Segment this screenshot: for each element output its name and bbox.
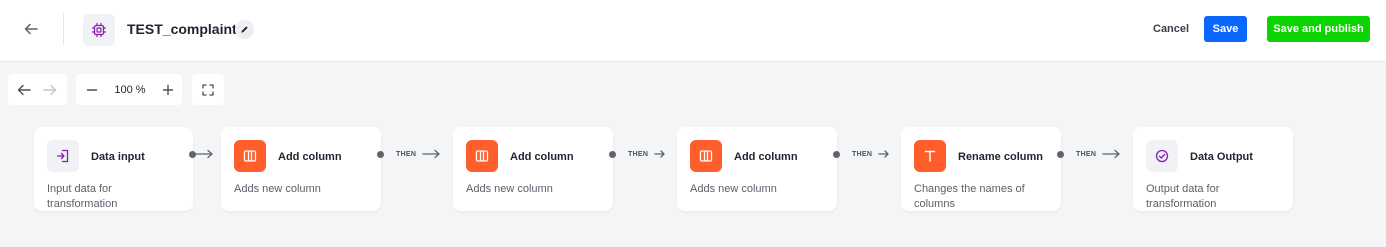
processor-chip-icon xyxy=(83,14,115,46)
arrow-right-icon xyxy=(654,150,665,158)
arrow-right-icon xyxy=(1102,149,1120,159)
node-data-input[interactable]: Data input Input data for transformation xyxy=(34,127,196,211)
node-description: Adds new column xyxy=(466,183,553,195)
node-description: Input data for transformation xyxy=(47,183,118,210)
node-title: Add column xyxy=(734,151,798,163)
node-add-column[interactable]: Add column Adds new column xyxy=(677,127,840,211)
node-title: Rename column xyxy=(958,151,1043,163)
connector-label: THEN xyxy=(1076,150,1097,158)
output-port[interactable] xyxy=(377,151,384,158)
redo-icon[interactable] xyxy=(37,77,63,103)
top-bar: TEST_complaint Cancel Save Save and publ… xyxy=(0,0,1386,62)
node-title: Add column xyxy=(278,151,342,163)
undo-icon[interactable] xyxy=(11,77,37,103)
save-and-publish-button[interactable]: Save and publish xyxy=(1267,16,1370,42)
node-description: Adds new column xyxy=(690,183,777,195)
node-title: Data Output xyxy=(1190,151,1253,163)
node-description: Changes the names of columns xyxy=(914,183,1025,210)
node-add-column[interactable]: Add column Adds new column xyxy=(453,127,616,211)
connector-label: THEN xyxy=(852,150,873,158)
node-description: Output data for transformation xyxy=(1146,183,1220,210)
back-arrow-icon[interactable] xyxy=(18,16,44,42)
add-column-icon xyxy=(234,140,266,172)
add-column-icon xyxy=(466,140,498,172)
page-title: TEST_complaint xyxy=(127,21,237,37)
node-description: Adds new column xyxy=(234,183,321,195)
node-title: Data input xyxy=(91,151,145,163)
node-rename-column[interactable]: Rename column Changes the names of colum… xyxy=(901,127,1064,211)
output-port[interactable] xyxy=(609,151,616,158)
arrow-right-icon xyxy=(878,150,889,158)
connector xyxy=(195,148,219,160)
rename-column-icon xyxy=(914,140,946,172)
output-port[interactable] xyxy=(1057,151,1064,158)
connector-label: THEN xyxy=(628,150,649,158)
fullscreen-icon[interactable] xyxy=(195,77,221,103)
connector: THEN xyxy=(1076,148,1126,160)
save-button[interactable]: Save xyxy=(1204,16,1247,42)
arrow-right-icon xyxy=(195,149,213,159)
zoom-in-icon[interactable] xyxy=(155,77,181,103)
header-divider xyxy=(63,13,64,45)
connector: THEN xyxy=(852,148,894,160)
zoom-level: 100 % xyxy=(114,83,146,96)
connector-label: THEN xyxy=(396,150,417,158)
arrow-right-icon xyxy=(422,149,440,159)
cancel-button[interactable]: Cancel xyxy=(1146,16,1196,42)
data-output-icon xyxy=(1146,140,1178,172)
output-port[interactable] xyxy=(833,151,840,158)
node-add-column[interactable]: Add column Adds new column xyxy=(221,127,384,211)
node-title: Add column xyxy=(510,151,574,163)
fullscreen-control xyxy=(192,74,224,105)
zoom-controls: 100 % xyxy=(76,74,182,105)
add-column-icon xyxy=(690,140,722,172)
pencil-icon[interactable] xyxy=(235,20,254,39)
data-input-icon xyxy=(47,140,79,172)
connector: THEN xyxy=(628,148,670,160)
node-data-output[interactable]: Data Output Output data for transformati… xyxy=(1133,127,1293,211)
connector: THEN xyxy=(396,148,446,160)
zoom-out-icon[interactable] xyxy=(79,77,105,103)
history-controls xyxy=(8,74,67,105)
